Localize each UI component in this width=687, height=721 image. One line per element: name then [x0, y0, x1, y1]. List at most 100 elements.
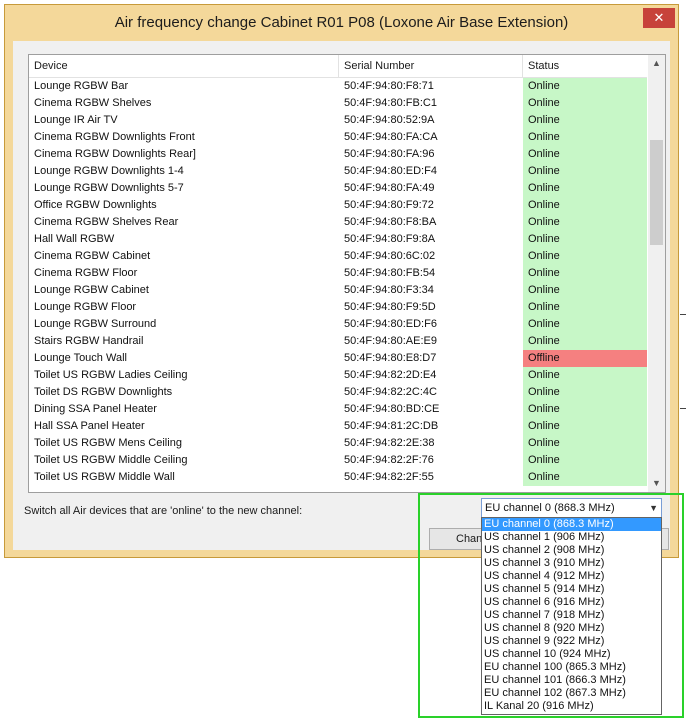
serial-number: 50:4F:94:80:BD:CE: [344, 403, 440, 415]
device-name: Dining SSA Panel Heater: [34, 403, 157, 415]
table-row[interactable]: Hall Wall RGBW 50:4F:94:80:F9:8A Online: [29, 231, 647, 248]
table-row[interactable]: Toilet US RGBW Ladies Ceiling 50:4F:94:82…: [29, 367, 647, 384]
dialog-client: Device Serial Number Status Lounge RGBW …: [13, 41, 670, 550]
table-row[interactable]: Stairs RGBW Handrail 50:4F:94:80:AE:E9 Onl…: [29, 333, 647, 350]
channel-option[interactable]: IL Kanal 20 (916 MHz): [482, 700, 661, 713]
channel-option[interactable]: EU channel 102 (867.3 MHz): [482, 687, 661, 700]
table-row[interactable]: Lounge RGBW Downlights 1-4 50:4F:94:80:ED…: [29, 163, 647, 180]
channel-option[interactable]: US channel 7 (918 MHz): [482, 609, 661, 622]
table-row[interactable]: Cinema RGBW Shelves 50:4F:94:80:FB:C1 Onli…: [29, 95, 647, 112]
status-badge: Online: [523, 163, 647, 180]
table-row[interactable]: Cinema RGBW Cabinet 50:4F:94:80:6C:02 Onli…: [29, 248, 647, 265]
device-name: Hall SSA Panel Heater: [34, 420, 145, 432]
serial-number: 50:4F:94:80:F9:72: [344, 199, 434, 211]
status-badge: Online: [523, 452, 647, 469]
table-row[interactable]: Hall SSA Panel Heater 50:4F:94:81:2C:DB On…: [29, 418, 647, 435]
channel-option[interactable]: US channel 2 (908 MHz): [482, 544, 661, 557]
scrollbar-thumb[interactable]: [650, 140, 663, 245]
status-badge: Online: [523, 435, 647, 452]
device-name: Lounge Touch Wall: [34, 352, 127, 364]
device-list: Device Serial Number Status Lounge RGBW …: [28, 54, 666, 493]
device-name: Toilet US RGBW Mens Ceiling: [34, 437, 182, 449]
serial-number: 50:4F:94:80:F8:71: [344, 80, 434, 92]
close-icon: ✕: [653, 10, 665, 25]
chevron-down-icon[interactable]: ▼: [649, 499, 658, 517]
channel-option[interactable]: US channel 10 (924 MHz): [482, 648, 661, 661]
channel-option[interactable]: EU channel 0 (868.3 MHz): [482, 518, 661, 531]
channel-option[interactable]: EU channel 101 (866.3 MHz): [482, 674, 661, 687]
device-name: Lounge RGBW Cabinet: [34, 284, 149, 296]
device-name: Lounge RGBW Bar: [34, 80, 129, 92]
channel-option[interactable]: US channel 5 (914 MHz): [482, 583, 661, 596]
channel-option[interactable]: US channel 3 (910 MHz): [482, 557, 661, 570]
serial-number: 50:4F:94:80:FB:C1: [344, 97, 437, 109]
serial-number: 50:4F:94:80:AE:E9: [344, 335, 437, 347]
device-name: Cinema RGBW Downlights Front: [34, 131, 195, 143]
device-name: Lounge RGBW Floor: [34, 301, 137, 313]
serial-number: 50:4F:94:80:ED:F6: [344, 318, 437, 330]
column-header-status[interactable]: Status: [523, 55, 647, 77]
serial-number: 50:4F:94:80:F8:BA: [344, 216, 437, 228]
channel-option[interactable]: US channel 6 (916 MHz): [482, 596, 661, 609]
channel-select-value: EU channel 0 (868.3 MHz): [485, 502, 615, 514]
chevron-down-icon[interactable]: ▼: [648, 475, 665, 492]
serial-number: 50:4F:94:82:2D:E4: [344, 369, 437, 381]
table-row[interactable]: Toilet US RGBW Middle Wall 50:4F:94:82:2F…: [29, 469, 647, 486]
channel-option[interactable]: US channel 8 (920 MHz): [482, 622, 661, 635]
column-header-device[interactable]: Device: [29, 55, 339, 77]
table-row[interactable]: Toilet US RGBW Mens Ceiling 50:4F:94:82:2…: [29, 435, 647, 452]
status-badge: Online: [523, 418, 647, 435]
channel-option[interactable]: EU channel 100 (865.3 MHz): [482, 661, 661, 674]
status-badge: Online: [523, 129, 647, 146]
table-row[interactable]: Dining SSA Panel Heater 50:4F:94:80:BD:CE…: [29, 401, 647, 418]
table-row[interactable]: Cinema RGBW Floor 50:4F:94:80:FB:54 Online: [29, 265, 647, 282]
status-badge: Online: [523, 248, 647, 265]
table-row[interactable]: Cinema RGBW Downlights Front 50:4F:94:80:…: [29, 129, 647, 146]
serial-number: 50:4F:94:81:2C:DB: [344, 420, 439, 432]
table-row[interactable]: Lounge RGBW Surround 50:4F:94:80:ED:F6 Onl…: [29, 316, 647, 333]
serial-number: 50:4F:94:80:52:9A: [344, 114, 435, 126]
vertical-scrollbar[interactable]: ▲ ▼: [648, 55, 665, 492]
table-row[interactable]: Toilet DS RGBW Downlights 50:4F:94:82:2C:…: [29, 384, 647, 401]
table-row[interactable]: Office RGBW Downlights 50:4F:94:80:F9:72 O…: [29, 197, 647, 214]
channel-option[interactable]: US channel 1 (906 MHz): [482, 531, 661, 544]
serial-number: 50:4F:94:80:FA:96: [344, 148, 435, 160]
channel-select[interactable]: EU channel 0 (868.3 MHz) ▼: [481, 498, 662, 518]
table-row[interactable]: Cinema RGBW Shelves Rear 50:4F:94:80:F8:B…: [29, 214, 647, 231]
table-row[interactable]: Lounge RGBW Bar 50:4F:94:80:F8:71 Online: [29, 78, 647, 95]
channel-option[interactable]: US channel 4 (912 MHz): [482, 570, 661, 583]
device-name: Toilet DS RGBW Downlights: [34, 386, 173, 398]
dialog-window: Air frequency change Cabinet R01 P08 (Lo…: [4, 4, 679, 558]
chevron-up-icon[interactable]: ▲: [648, 55, 665, 72]
channel-option[interactable]: US channel 9 (922 MHz): [482, 635, 661, 648]
column-header-serial[interactable]: Serial Number: [339, 55, 523, 77]
status-badge: Online: [523, 282, 647, 299]
status-badge: Online: [523, 265, 647, 282]
table-row[interactable]: Lounge IR Air TV 50:4F:94:80:52:9A Online: [29, 112, 647, 129]
status-badge: Online: [523, 146, 647, 163]
serial-number: 50:4F:94:80:FA:49: [344, 182, 435, 194]
device-name: Toilet US RGBW Middle Wall: [34, 471, 175, 483]
table-row[interactable]: Lounge RGBW Cabinet 50:4F:94:80:F3:34 Onli…: [29, 282, 647, 299]
status-badge: Online: [523, 316, 647, 333]
table-row[interactable]: Lounge Touch Wall 50:4F:94:80:E8:D7 Offlin…: [29, 350, 647, 367]
device-name: Cinema RGBW Downlights Rear]: [34, 148, 196, 160]
serial-number: 50:4F:94:80:F9:5D: [344, 301, 436, 313]
title-bar[interactable]: Air frequency change Cabinet R01 P08 (Lo…: [5, 5, 678, 41]
status-badge: Online: [523, 95, 647, 112]
divider: [680, 408, 686, 409]
switch-channel-label: Switch all Air devices that are 'online'…: [24, 505, 303, 517]
device-name: Lounge RGBW Surround: [34, 318, 157, 330]
device-name: Hall Wall RGBW: [34, 233, 115, 245]
status-badge: Online: [523, 231, 647, 248]
status-badge: Online: [523, 401, 647, 418]
divider: [680, 314, 686, 315]
status-badge: Online: [523, 214, 647, 231]
device-name: Lounge RGBW Downlights 5-7: [34, 182, 184, 194]
table-row[interactable]: Cinema RGBW Downlights Rear] 50:4F:94:80:…: [29, 146, 647, 163]
status-badge: Online: [523, 197, 647, 214]
table-row[interactable]: Toilet US RGBW Middle Ceiling 50:4F:94:82…: [29, 452, 647, 469]
table-row[interactable]: Lounge RGBW Downlights 5-7 50:4F:94:80:FA…: [29, 180, 647, 197]
close-button[interactable]: ✕: [643, 8, 675, 28]
table-row[interactable]: Lounge RGBW Floor 50:4F:94:80:F9:5D Online: [29, 299, 647, 316]
